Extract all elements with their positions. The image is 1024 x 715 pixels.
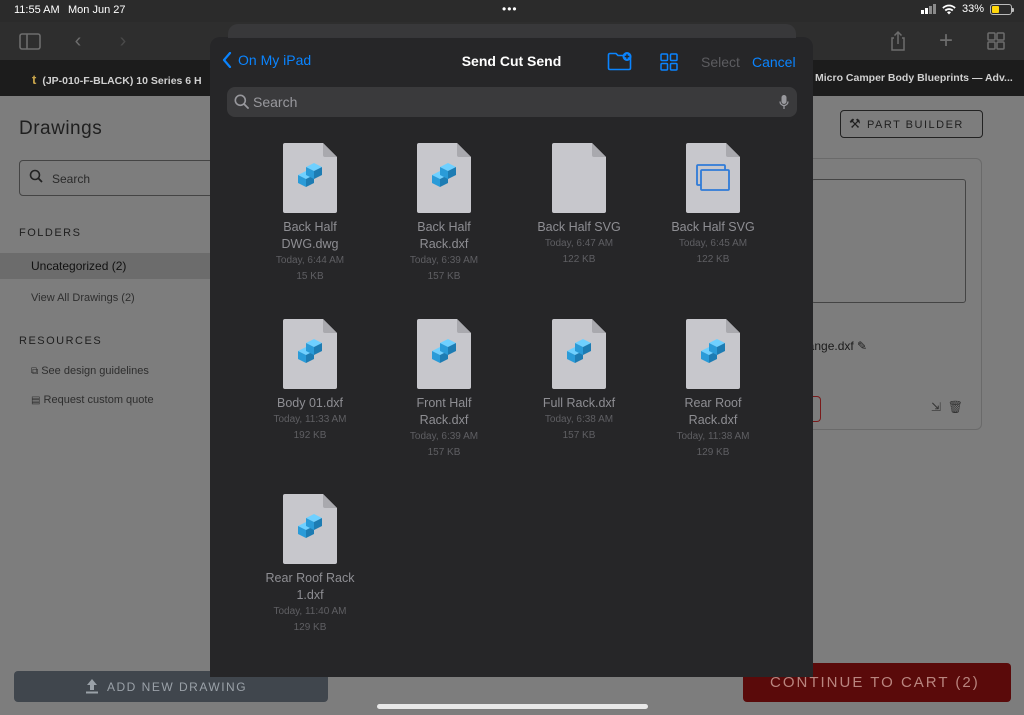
trash-icon[interactable]: 🗑 <box>948 400 963 414</box>
design-guidelines-link[interactable]: ⧉ See design guidelines <box>31 365 149 377</box>
search-icon <box>29 169 43 183</box>
file-size: 122 KB <box>562 254 596 265</box>
part-builder-button[interactable]: ⚒ PART BUILDER <box>840 110 983 138</box>
file-name: Rear Roof Rack 1.dxf <box>265 571 355 602</box>
select-button[interactable]: Select <box>701 54 740 70</box>
file-name: Back Half Rack.dxf <box>417 220 471 251</box>
browser-tab-1[interactable]: t (JP-010-F-BLACK) 10 Series 6 H <box>32 72 202 87</box>
window-icon <box>686 143 740 213</box>
resources-heading: RESOURCES <box>19 335 103 347</box>
file-date: Today, 6:44 AM <box>275 255 345 266</box>
file-size: 129 KB <box>293 622 327 633</box>
file-size: 192 KB <box>293 430 327 441</box>
drawing-card[interactable]: lange.dxf ✎ ⇲ 🗑 <box>790 158 982 430</box>
browser-tab-2[interactable]: Micro Camper Body Blueprints — Adv... <box>815 72 1013 84</box>
multitasking-dots-icon[interactable]: ••• <box>502 2 518 16</box>
site-favicon-icon: t <box>32 72 37 87</box>
file-date: Today, 6:45 AM <box>678 238 748 249</box>
battery-icon <box>990 3 1014 15</box>
file-item[interactable]: Front Half Rack.dxf Today, 6:39 AM 157 KB <box>377 319 511 461</box>
folders-heading: FOLDERS <box>19 227 82 239</box>
tools-icon: ⚒ <box>849 116 863 131</box>
tab-overview-icon[interactable] <box>984 30 1008 52</box>
file-date: Today, 6:39 AM <box>409 431 479 442</box>
cad-icon <box>283 143 337 213</box>
file-size: 157 KB <box>427 447 461 458</box>
card-tools: ⇲ 🗑 <box>931 400 963 414</box>
file-date: Today, 11:38 AM <box>676 431 750 442</box>
home-indicator[interactable] <box>377 704 648 709</box>
battery-percent: 33% <box>961 3 984 15</box>
files-search-input[interactable] <box>253 87 763 117</box>
new-folder-icon[interactable] <box>607 51 633 71</box>
file-item[interactable]: Back Half SVG Today, 6:45 AM 122 KB <box>646 143 780 268</box>
wifi-icon <box>942 4 956 14</box>
blank-doc-icon <box>552 143 606 213</box>
cad-icon <box>552 319 606 389</box>
file-date: Today, 11:40 AM <box>273 606 347 617</box>
drawing-preview <box>811 179 966 303</box>
file-item[interactable]: Back Half Rack.dxf Today, 6:39 AM 157 KB <box>377 143 511 285</box>
edit-pencil-icon[interactable]: ✎ <box>857 339 867 353</box>
folder-uncategorized[interactable]: Uncategorized (2) <box>0 253 220 279</box>
status-bar: 11:55 AM Mon Jun 27 ••• 33% <box>0 0 1024 22</box>
status-time: 11:55 AM <box>14 4 60 16</box>
cad-icon <box>686 319 740 389</box>
file-size: 129 KB <box>696 447 730 458</box>
files-search-field[interactable] <box>227 87 797 117</box>
file-item[interactable]: Back Half SVG Today, 6:47 AM 122 KB <box>512 143 646 268</box>
file-date: Today, 11:33 AM <box>273 414 347 425</box>
drawings-search-input[interactable]: Search <box>19 160 229 196</box>
files-picker-modal: On My iPad Send Cut Send Select Cancel B… <box>210 24 813 677</box>
cad-icon <box>417 143 471 213</box>
file-size: 157 KB <box>562 430 596 441</box>
custom-quote-link[interactable]: ▤ Request custom quote <box>31 394 154 406</box>
grid-view-icon[interactable] <box>660 53 678 71</box>
file-name: Full Rack.dxf <box>542 396 616 410</box>
modal-backdrop-sheet <box>228 24 796 38</box>
file-date: Today, 6:38 AM <box>544 414 614 425</box>
drawing-filename: lange.dxf ✎ <box>805 339 868 353</box>
view-all-drawings-link[interactable]: View All Drawings (2) <box>31 292 135 304</box>
file-item[interactable]: Rear Roof Rack 1.dxf Today, 11:40 AM 129 K… <box>243 494 377 636</box>
upload-icon <box>86 679 98 694</box>
cad-icon <box>283 319 337 389</box>
file-name: Body 01.dxf <box>276 396 343 410</box>
back-arrow-icon[interactable]: ‹ <box>66 30 90 52</box>
move-to-folder-icon[interactable]: ⇲ <box>931 400 941 414</box>
file-name: Back Half SVG <box>671 220 755 234</box>
file-size: 15 KB <box>296 271 324 282</box>
document-icon: ▤ <box>31 395 41 406</box>
file-name: Rear Roof Rack.dxf <box>684 396 742 427</box>
cellular-signal-icon <box>920 4 936 14</box>
file-size: 157 KB <box>427 271 461 282</box>
guidelines-icon: ⧉ <box>31 366 39 377</box>
sidebar-icon[interactable] <box>18 30 42 52</box>
status-date: Mon Jun 27 <box>68 4 126 16</box>
share-icon[interactable] <box>886 30 910 52</box>
file-name: Front Half Rack.dxf <box>416 396 472 427</box>
forward-arrow-icon[interactable]: › <box>111 30 135 52</box>
file-date: Today, 6:47 AM <box>544 238 614 249</box>
file-name: Back Half SVG <box>537 220 621 234</box>
cad-icon <box>283 494 337 564</box>
file-date: Today, 6:39 AM <box>409 255 479 266</box>
cancel-button[interactable]: Cancel <box>752 54 796 70</box>
microphone-icon[interactable] <box>779 94 789 110</box>
search-placeholder: Search <box>52 172 91 186</box>
file-item[interactable]: Body 01.dxf Today, 11:33 AM 192 KB <box>243 319 377 444</box>
new-tab-icon[interactable]: + <box>934 29 958 53</box>
file-item[interactable]: Back Half DWG.dwg Today, 6:44 AM 15 KB <box>243 143 377 285</box>
file-size: 122 KB <box>696 254 730 265</box>
file-name: Back Half DWG.dwg <box>281 220 339 251</box>
file-item[interactable]: Rear Roof Rack.dxf Today, 11:38 AM 129 KB <box>646 319 780 461</box>
cad-icon <box>417 319 471 389</box>
page-title: Drawings <box>19 118 103 139</box>
file-item[interactable]: Full Rack.dxf Today, 6:38 AM 157 KB <box>512 319 646 444</box>
search-icon <box>234 94 249 109</box>
